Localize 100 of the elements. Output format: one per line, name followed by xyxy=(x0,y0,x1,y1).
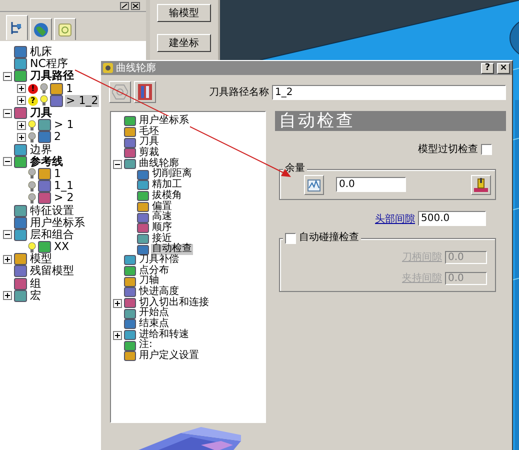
expand-icon[interactable] xyxy=(17,84,26,94)
node-icon xyxy=(14,290,27,302)
collapse-icon[interactable] xyxy=(3,157,12,166)
tree-item[interactable]: 精加工 xyxy=(151,180,183,191)
status-badge: ? xyxy=(28,96,38,106)
tree-item[interactable]: 结束点 xyxy=(138,319,170,330)
expand-icon[interactable] xyxy=(17,120,26,130)
collapse-icon[interactable] xyxy=(3,108,12,118)
node-icon xyxy=(38,192,51,204)
expand-icon[interactable] xyxy=(113,298,122,308)
node-icon xyxy=(14,46,27,58)
node-icon xyxy=(124,340,136,351)
toolpath-icon[interactable] xyxy=(134,81,156,103)
node-icon xyxy=(124,351,136,362)
tree-item[interactable]: 组 xyxy=(29,278,42,290)
tree-item[interactable]: > 1_2 xyxy=(65,94,100,107)
tree-item[interactable]: 1 xyxy=(65,82,74,95)
panel-tab[interactable] xyxy=(30,18,52,40)
node-icon xyxy=(124,308,136,319)
tree-item[interactable]: 注: xyxy=(138,340,154,352)
node-icon xyxy=(14,278,27,290)
node-icon xyxy=(14,70,27,82)
node-icon xyxy=(124,138,136,148)
tree-item[interactable]: 接近 xyxy=(151,234,173,244)
tree-item[interactable]: > 1 xyxy=(53,119,75,132)
tree-item[interactable]: 快进高度 xyxy=(138,287,180,298)
tree-item[interactable]: 拔模角 xyxy=(151,190,183,202)
node-icon xyxy=(124,127,136,138)
node-icon xyxy=(137,223,149,234)
tree-item[interactable]: 自动检查 xyxy=(151,244,193,255)
tree-item[interactable]: > 2 xyxy=(53,192,75,204)
tree-item[interactable]: 模型 xyxy=(29,253,53,266)
node-icon xyxy=(124,116,136,126)
globe-icon xyxy=(33,22,49,38)
tree-item[interactable]: 残留模型 xyxy=(29,265,75,278)
tree-item[interactable]: 参考线 xyxy=(29,156,64,168)
tree-item[interactable]: 宏 xyxy=(29,290,42,302)
node-icon xyxy=(124,276,136,287)
collapse-icon[interactable] xyxy=(3,72,12,81)
node-icon xyxy=(14,107,27,120)
node-icon xyxy=(124,319,136,330)
tree-item[interactable]: XX xyxy=(53,241,70,254)
pin-icon[interactable] xyxy=(120,2,129,10)
node-icon xyxy=(124,287,136,298)
expand-icon[interactable] xyxy=(3,291,12,300)
window-title: 曲线轮廓 xyxy=(116,62,157,75)
toolbar-button[interactable]: 建坐标 xyxy=(157,34,211,52)
expand-icon[interactable] xyxy=(17,132,26,142)
tree-item[interactable]: 顺序 xyxy=(151,222,173,234)
node-icon xyxy=(137,191,149,202)
node-icon xyxy=(14,265,27,278)
status-badge: ! xyxy=(28,84,38,94)
expand-icon[interactable] xyxy=(3,254,12,264)
node-icon xyxy=(124,330,136,340)
app-icon xyxy=(103,63,113,73)
tree-item[interactable]: NC程序 xyxy=(29,58,69,70)
tree-item[interactable]: 刀具 xyxy=(29,107,53,120)
node-icon xyxy=(14,253,27,266)
tree-item[interactable]: 机床 xyxy=(29,46,53,58)
tree-item[interactable]: 特征设置 xyxy=(29,204,75,217)
close-icon[interactable] xyxy=(131,2,140,10)
node-icon xyxy=(137,180,149,190)
tree-item[interactable]: 高速 xyxy=(151,212,173,223)
tree-item[interactable]: 1 xyxy=(53,168,62,180)
node-icon xyxy=(14,228,27,241)
node-icon xyxy=(137,234,149,244)
tree-item[interactable]: 用户定义设置 xyxy=(138,351,200,362)
node-icon xyxy=(14,58,27,70)
collapse-icon[interactable] xyxy=(113,160,122,169)
expand-icon[interactable] xyxy=(113,330,122,340)
tree-item[interactable]: 1_1 xyxy=(53,180,74,192)
node-icon xyxy=(137,202,149,212)
node-icon xyxy=(38,241,51,254)
tree-item[interactable]: 刀具补偿 xyxy=(138,254,180,266)
tree-item[interactable]: 边界 xyxy=(29,144,53,156)
node-icon xyxy=(137,244,149,255)
node-icon xyxy=(14,204,27,217)
note-icon xyxy=(57,22,73,38)
node-icon xyxy=(38,180,51,192)
node-icon xyxy=(137,170,149,180)
node-icon xyxy=(124,266,136,276)
toolbar-button[interactable]: 输模型 xyxy=(157,4,211,22)
collapse-icon[interactable] xyxy=(3,230,12,240)
node-icon xyxy=(38,168,51,180)
node-icon xyxy=(124,255,136,266)
panel-tab[interactable] xyxy=(6,15,28,40)
node-icon xyxy=(50,94,63,107)
node-icon xyxy=(38,131,51,144)
tree-item[interactable]: 剪裁 xyxy=(138,148,160,159)
tree-item[interactable]: 刀具路径 xyxy=(29,70,75,82)
node-icon xyxy=(50,82,63,95)
tree-item[interactable]: 用户坐标系 xyxy=(29,216,86,229)
tree-item[interactable]: 用户坐标系 xyxy=(138,116,190,127)
tree-item[interactable]: 层和组合 xyxy=(29,228,75,241)
tree-item[interactable]: 毛坯 xyxy=(138,126,160,138)
expand-icon[interactable] xyxy=(17,96,26,106)
tree-item[interactable]: 2 xyxy=(53,131,62,144)
panel-tab[interactable] xyxy=(54,18,76,40)
node-icon xyxy=(137,212,149,223)
node-icon xyxy=(38,119,51,132)
